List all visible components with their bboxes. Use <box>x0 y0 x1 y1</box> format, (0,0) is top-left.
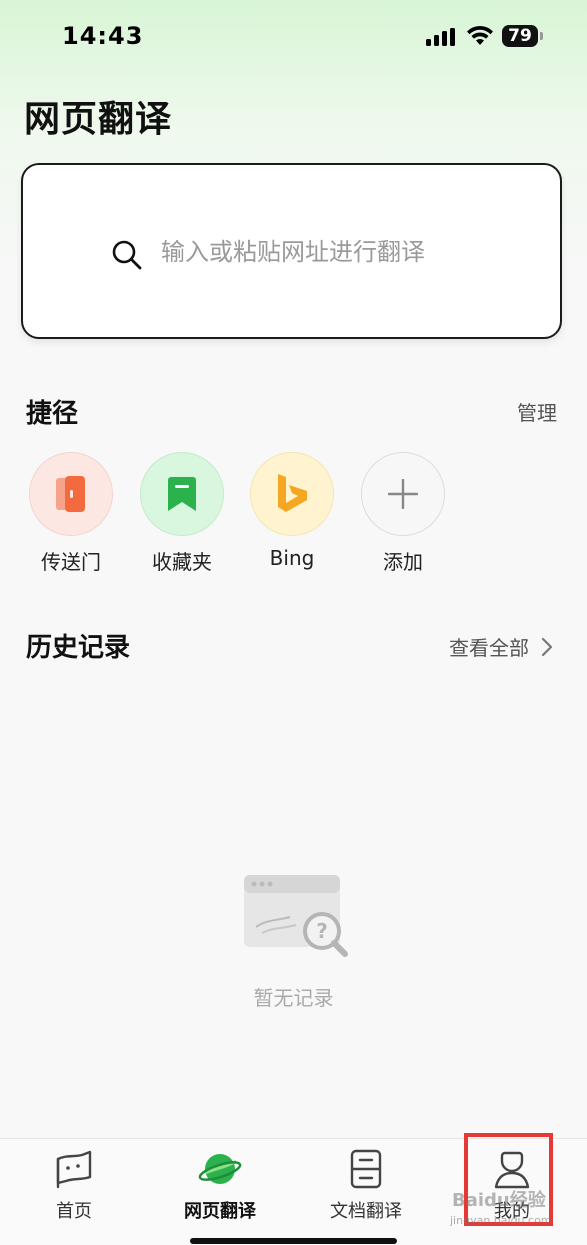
nav-label: 首页 <box>56 1201 92 1222</box>
highlight-annotation-box <box>464 1133 553 1226</box>
wifi-icon <box>467 25 493 45</box>
shortcut-favorites[interactable]: 收藏夹 <box>139 452 225 575</box>
empty-history-illustration: ? <box>244 875 348 957</box>
empty-history-text: 暂无记录 <box>253 986 334 1010</box>
history-title: 历史记录 <box>26 633 131 663</box>
search-box[interactable] <box>21 163 562 339</box>
shortcut-label: 收藏夹 <box>152 550 212 574</box>
cellular-signal-icon <box>426 28 455 46</box>
home-indicator[interactable] <box>190 1238 397 1244</box>
nav-label: 网页翻译 <box>184 1201 256 1222</box>
shortcut-add[interactable]: 添加 <box>360 452 446 575</box>
shortcut-label: 添加 <box>383 550 423 574</box>
status-time: 14:43 <box>62 22 144 50</box>
bookmark-icon <box>168 477 196 511</box>
battery-indicator: 79 <box>502 25 538 47</box>
svg-text:?: ? <box>316 919 328 943</box>
watermark: Baidu经验 <box>452 1190 546 1211</box>
page-title: 网页翻译 <box>24 99 173 140</box>
shortcut-label: Bing <box>269 546 315 570</box>
shortcut-icon-circle <box>250 452 334 536</box>
view-all-label: 查看全部 <box>449 636 529 660</box>
shortcut-bing[interactable]: Bing <box>249 452 335 570</box>
nav-tab-document-translate[interactable]: 文档翻译 <box>306 1147 426 1223</box>
watermark-url: jingyan.baidu.com <box>450 1214 552 1227</box>
search-input[interactable] <box>161 227 521 277</box>
status-bar: 14:43 79 <box>0 0 587 72</box>
manage-button[interactable]: 管理 <box>517 397 557 426</box>
plus-icon <box>388 479 418 509</box>
shortcut-label: 传送门 <box>41 550 101 574</box>
planet-icon <box>198 1154 242 1184</box>
battery-cap-icon <box>540 32 543 40</box>
shortcut-icon-circle <box>361 452 445 536</box>
shortcut-icon-circle <box>29 452 113 536</box>
view-all-button[interactable]: 查看全部 <box>449 632 553 661</box>
document-icon <box>350 1149 382 1189</box>
nav-tab-web-translate[interactable]: 网页翻译 <box>160 1147 280 1223</box>
chevron-right-icon <box>541 637 553 656</box>
search-icon <box>112 240 142 270</box>
nav-tab-home[interactable]: 首页 <box>14 1147 134 1223</box>
shortcut-portal[interactable]: 传送门 <box>28 452 114 575</box>
home-flag-icon <box>56 1150 92 1189</box>
nav-label: 文档翻译 <box>330 1201 402 1222</box>
portal-icon <box>56 476 85 512</box>
shortcut-icon-circle <box>140 452 224 536</box>
shortcuts-title: 捷径 <box>26 399 79 429</box>
bing-icon <box>278 474 307 512</box>
